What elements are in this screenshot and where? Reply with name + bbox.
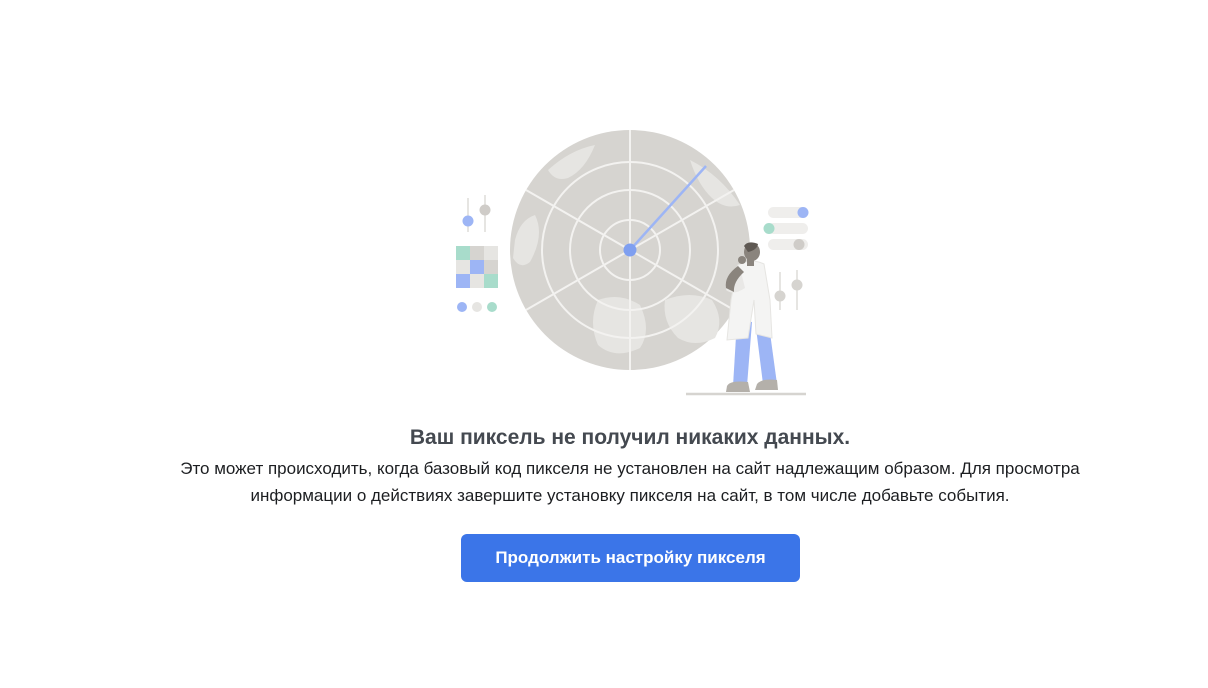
slider-widget-left xyxy=(462,195,491,232)
toggle-widget-right xyxy=(763,207,809,250)
continue-pixel-setup-button[interactable]: Продолжить настройку пикселя xyxy=(461,534,800,582)
empty-state-title: Ваш пиксель не получил никаких данных. xyxy=(409,426,851,449)
mosaic-grid-icon xyxy=(456,246,498,288)
dots-row-icon xyxy=(457,302,497,312)
slider-widget-right xyxy=(774,270,803,310)
empty-state-description: Это может происходить, когда базовый код… xyxy=(120,455,1140,509)
description-line-2: информации о действиях завершите установ… xyxy=(250,486,1010,505)
radar-icon xyxy=(510,130,750,370)
description-line-1: Это может происходить, когда базовый код… xyxy=(180,459,1080,478)
radar-illustration: radar-scientist-illustration xyxy=(440,120,820,405)
